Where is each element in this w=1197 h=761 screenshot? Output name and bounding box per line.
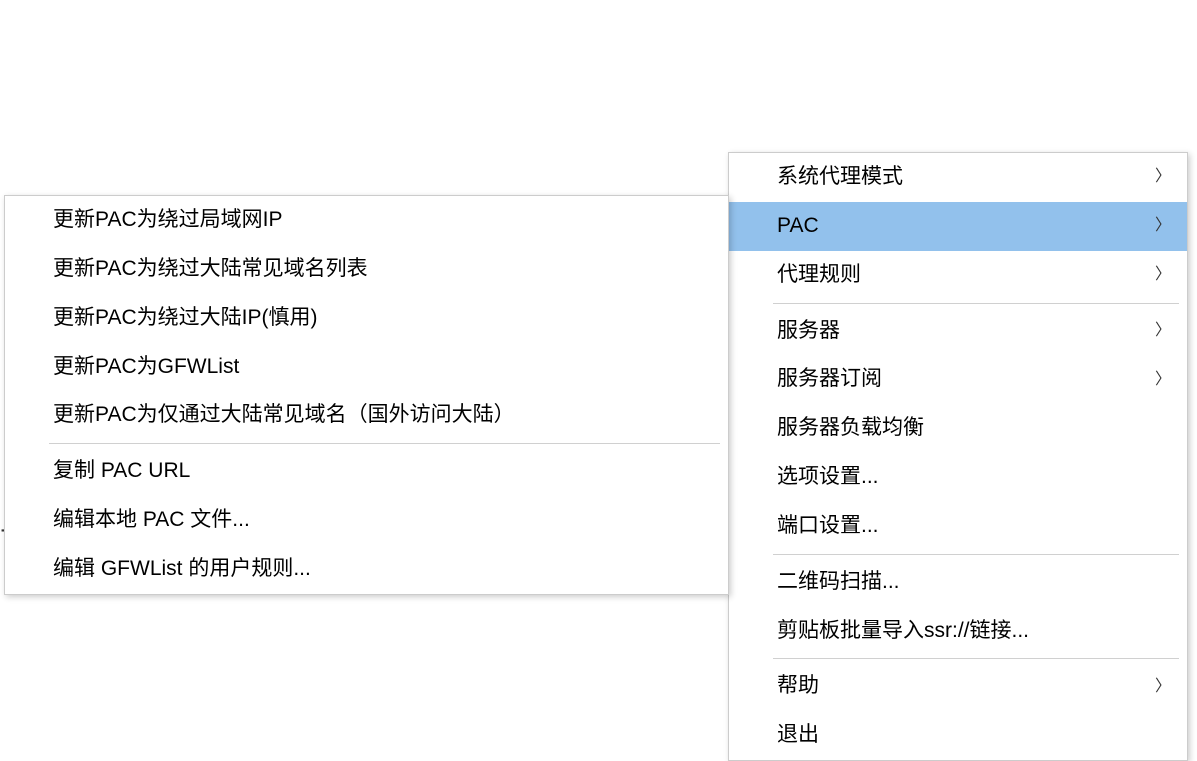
sub-menu-item-7[interactable]: 编辑本地 PAC 文件... [5, 496, 728, 545]
menu-item-label: 选项设置... [777, 465, 879, 488]
sub-menu-item-8[interactable]: 编辑 GFWList 的用户规则... [5, 545, 728, 594]
menu-item-label: 编辑本地 PAC 文件... [53, 508, 250, 531]
sub-menu-item-1[interactable]: 更新PAC为绕过大陆常见域名列表 [5, 245, 728, 294]
main-menu-separator [773, 658, 1179, 659]
main-menu-item-2[interactable]: 代理规则 〉 [729, 251, 1187, 300]
menu-item-label: 服务器订阅 [777, 367, 882, 390]
sub-menu-item-6[interactable]: 复制 PAC URL [5, 447, 728, 496]
menu-item-label: 服务器 [777, 319, 840, 342]
menu-item-label: 代理规则 [777, 263, 861, 286]
pac-submenu: 更新PAC为绕过局域网IP 更新PAC为绕过大陆常见域名列表更新PAC为绕过大陆I… [4, 195, 729, 595]
main-menu-item-7[interactable]: 选项设置... [729, 453, 1187, 502]
menu-item-label: 复制 PAC URL [53, 459, 190, 482]
chevron-right-icon: 〉 [1155, 316, 1171, 346]
menu-item-label: 编辑 GFWList 的用户规则... [53, 557, 311, 580]
menu-item-label: 更新PAC为绕过大陆IP(慎用) [53, 306, 317, 329]
menu-item-label: 更新PAC为GFWList [53, 355, 239, 378]
main-context-menu: 系统代理模式〉PAC〉代理规则〉服务器〉服务器订阅〉服务器负载均衡选项设置...… [728, 152, 1188, 761]
main-menu-item-0[interactable]: 系统代理模式 〉 [729, 153, 1187, 202]
sub-menu-item-2[interactable]: 更新PAC为绕过大陆IP(慎用) [5, 294, 728, 343]
main-menu-item-14[interactable]: 退出 [729, 711, 1187, 760]
main-menu-item-1[interactable]: PAC 〉 [729, 202, 1187, 251]
menu-item-label: 更新PAC为仅通过大陆常见域名（国外访问大陆） [53, 403, 515, 426]
menu-item-label: 系统代理模式 [777, 165, 903, 188]
sub-menu-item-3[interactable]: 更新PAC为GFWList [5, 343, 728, 392]
menu-item-label: 二维码扫描... [777, 570, 900, 593]
main-menu-item-13[interactable]: 帮助 〉 [729, 662, 1187, 711]
menu-item-label: 服务器负载均衡 [777, 416, 924, 439]
main-menu-item-10[interactable]: 二维码扫描... [729, 558, 1187, 607]
chevron-right-icon: 〉 [1155, 672, 1171, 702]
menu-item-label: 剪贴板批量导入ssr://链接... [777, 619, 1029, 642]
main-menu-item-8[interactable]: 端口设置... [729, 502, 1187, 551]
menu-item-label: PAC [777, 214, 819, 237]
sub-menu-item-0[interactable]: 更新PAC为绕过局域网IP [5, 196, 728, 245]
main-menu-separator [773, 554, 1179, 555]
main-menu-item-11[interactable]: 剪贴板批量导入ssr://链接... [729, 607, 1187, 656]
chevron-right-icon: 〉 [1155, 211, 1171, 241]
chevron-right-icon: 〉 [1155, 365, 1171, 395]
chevron-right-icon: 〉 [1155, 260, 1171, 290]
menu-item-label: 端口设置... [777, 514, 879, 537]
main-menu-item-5[interactable]: 服务器订阅 〉 [729, 355, 1187, 404]
menu-item-label: 帮助 [777, 674, 819, 697]
menu-item-label: 更新PAC为绕过局域网IP [53, 208, 282, 231]
menu-item-label: 退出 [777, 723, 819, 746]
chevron-right-icon: 〉 [1155, 163, 1171, 193]
sub-menu-separator [49, 443, 720, 444]
main-menu-item-4[interactable]: 服务器 〉 [729, 307, 1187, 356]
main-menu-item-6[interactable]: 服务器负载均衡 [729, 404, 1187, 453]
main-menu-separator [773, 303, 1179, 304]
sub-menu-item-4[interactable]: 更新PAC为仅通过大陆常见域名（国外访问大陆） [5, 391, 728, 440]
menu-item-label: 更新PAC为绕过大陆常见域名列表 [53, 257, 368, 280]
